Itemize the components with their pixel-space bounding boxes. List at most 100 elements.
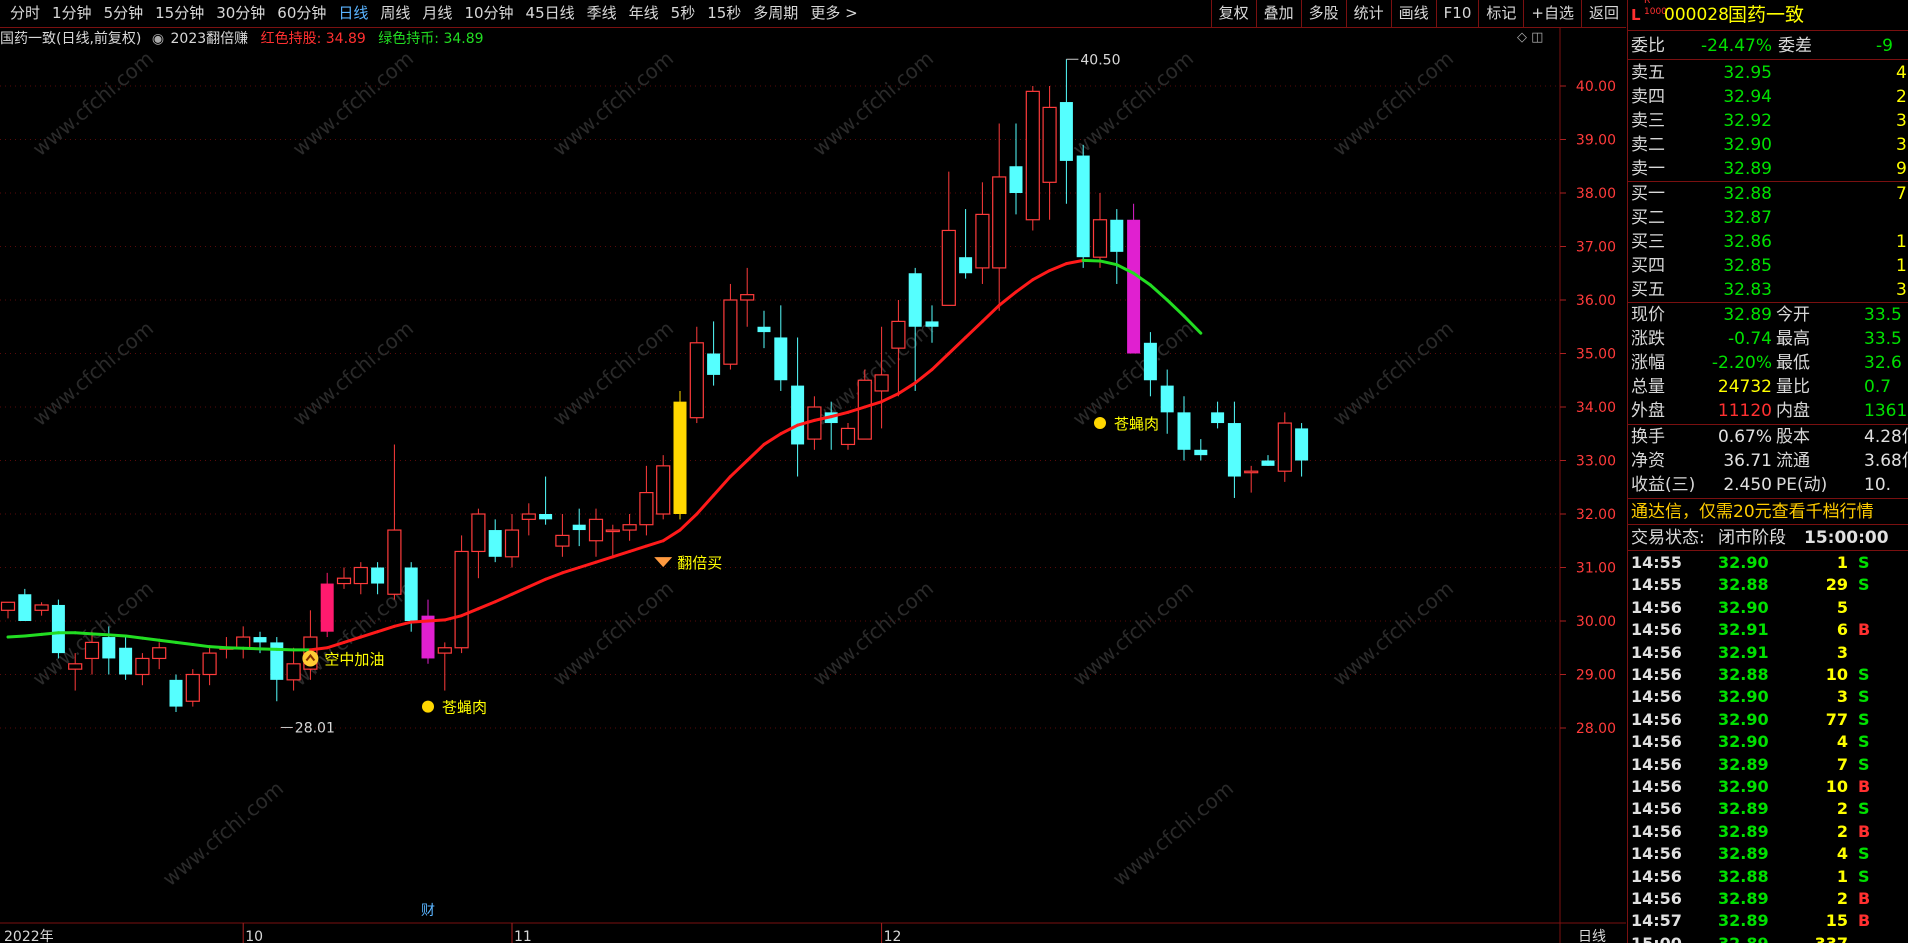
- fundamental-row: 换手 0.67%股本 4.28亿: [1628, 425, 1908, 449]
- ma-segment: [241, 646, 262, 651]
- stock-name: 国药一致: [1728, 4, 1805, 26]
- timeframe-tab-14[interactable]: 15秒: [701, 0, 747, 27]
- tool-button-6[interactable]: 标记: [1478, 0, 1523, 27]
- watermark-text: www.cfchi.com: [1068, 576, 1198, 691]
- tick-price: 32.89: [1718, 889, 1769, 908]
- timeframe-tab-9[interactable]: 10分钟: [458, 0, 519, 27]
- tick-time: 15:00: [1631, 933, 1682, 943]
- buy-price: 32.85: [1723, 256, 1772, 276]
- tick-price: 32.89: [1718, 821, 1769, 841]
- timeframe-tab-13[interactable]: 5秒: [665, 0, 702, 27]
- stat-label: 现价: [1631, 305, 1665, 325]
- candle-body: [68, 663, 83, 670]
- tool-button-0[interactable]: 复权: [1210, 0, 1256, 27]
- candle-body: [1042, 106, 1057, 183]
- quote-stat-row: 外盘 11120 内盘 1361: [1628, 399, 1908, 423]
- tool-button-4[interactable]: 画线: [1390, 0, 1436, 27]
- candle-body: [1127, 219, 1141, 354]
- timeframe-tab-8[interactable]: 月线: [416, 0, 458, 27]
- chart-tool-buttons: 复权 叠加 多股 统计 画线 F10 标记 +自选 返回: [1210, 0, 1626, 27]
- timeframe-tab-2[interactable]: 5分钟: [98, 0, 150, 27]
- candle-body: [1177, 412, 1191, 450]
- panel-divider: [1628, 498, 1908, 499]
- candle-body: [152, 647, 167, 660]
- timeframe-tab-15[interactable]: 多周期: [747, 0, 804, 27]
- signal-label: 空中加油: [324, 650, 384, 668]
- candle-body: [874, 374, 889, 392]
- stat-value: 1361: [1864, 401, 1908, 421]
- timeframe-tab-0[interactable]: 分时: [4, 0, 46, 27]
- tick-trade-row: 14:56 32.89 7 S: [1628, 754, 1908, 776]
- fundamental-label: 流通: [1776, 451, 1810, 471]
- timeframe-tab-12[interactable]: 年线: [623, 0, 665, 27]
- tick-price: 32.90: [1718, 709, 1769, 729]
- candle-body: [1025, 90, 1040, 221]
- candle-body: [34, 604, 49, 611]
- kline-chart[interactable]: 28.00 29.00 30.00 31.00 32.00 33.00 34.00 35.00…: [0, 27, 1626, 943]
- y-tick-label: 34.00: [1576, 400, 1616, 416]
- tick-price: 32.91: [1718, 642, 1769, 662]
- timeframe-tab-1[interactable]: 1分钟: [46, 0, 98, 27]
- timeframe-tab-7[interactable]: 周线: [374, 0, 416, 27]
- promo-banner[interactable]: 通达信，仅需20元查看千档行情: [1628, 500, 1908, 524]
- ma-segment: [896, 381, 917, 396]
- tool-button-2[interactable]: 多股: [1300, 0, 1346, 27]
- fundamental-value: 10.: [1864, 475, 1892, 495]
- fundamental-row: 收益(三) 2.450 PE(动) 10.: [1628, 473, 1908, 497]
- tool-button-1[interactable]: 叠加: [1255, 0, 1301, 27]
- tool-button-7[interactable]: +自选: [1523, 0, 1581, 27]
- tick-price: 32.89: [1718, 911, 1769, 931]
- tick-time: 14:56: [1631, 620, 1682, 640]
- sell-volume: 2: [1896, 87, 1907, 107]
- tick-trade-row: 14:56 32.91 6 B: [1628, 619, 1908, 641]
- x-tick-label: 2022年: [4, 929, 54, 943]
- buy-volume: 3: [1896, 280, 1907, 300]
- finance-marker[interactable]: 财: [421, 903, 435, 919]
- fundamental-value: 2.450: [1723, 475, 1772, 495]
- tick-side: S: [1858, 844, 1870, 864]
- candle-body: [555, 534, 570, 547]
- timeframe-tab-6[interactable]: 日线: [332, 0, 374, 27]
- ma-segment: [947, 335, 968, 355]
- candle-body: [1076, 155, 1090, 258]
- stat-value: -2.20%: [1711, 353, 1772, 373]
- timeframe-tab-10[interactable]: 45日线: [520, 0, 581, 27]
- timeframe-tab-4[interactable]: 30分钟: [210, 0, 271, 27]
- tool-button-5[interactable]: F10: [1435, 0, 1479, 27]
- buy-level-label: 买五: [1631, 280, 1665, 300]
- tick-time: 14:56: [1631, 866, 1682, 886]
- tick-time: 14:56: [1631, 844, 1682, 864]
- candle-body: [1277, 422, 1292, 472]
- sell-level-label: 卖二: [1631, 135, 1665, 155]
- y-tick-label: 38.00: [1576, 186, 1616, 202]
- y-tick-label: 37.00: [1576, 240, 1616, 256]
- order-ratio-value: -24.47%: [1701, 36, 1772, 56]
- stat-value: 32.89: [1723, 305, 1772, 325]
- tool-button-3[interactable]: 统计: [1345, 0, 1391, 27]
- sell-price: 32.89: [1723, 159, 1772, 179]
- buy-level-row: 买四 32.85 1: [1628, 254, 1908, 278]
- ma-segment: [6, 634, 27, 639]
- watermark-text: www.cfchi.com: [808, 576, 938, 691]
- fundamental-label: 换手: [1631, 427, 1665, 447]
- ma-segment: [880, 392, 900, 404]
- candle-body: [320, 583, 334, 632]
- candle-body: [925, 321, 939, 327]
- timeframe-tab-3[interactable]: 15分钟: [149, 0, 210, 27]
- candle-body: [605, 529, 620, 533]
- ma-segment: [577, 560, 598, 569]
- timeframe-tab-16[interactable]: 更多 >: [804, 0, 863, 27]
- ma-segment: [930, 352, 951, 372]
- watermark-text: www.cfchi.com: [28, 46, 158, 161]
- tick-price: 32.89: [1718, 933, 1769, 943]
- ma-segment: [762, 432, 783, 446]
- trade-status-label: 交易状态:: [1631, 528, 1705, 548]
- tool-button-8[interactable]: 返回: [1580, 0, 1626, 27]
- tick-time: 14:56: [1631, 597, 1682, 617]
- tick-time: 14:55: [1631, 575, 1682, 595]
- tick-side: S: [1858, 665, 1870, 684]
- timeframe-tab-5[interactable]: 60分钟: [271, 0, 332, 27]
- signal-label: 翻倍买: [677, 554, 722, 572]
- ma-segment: [745, 442, 766, 462]
- timeframe-tab-11[interactable]: 季线: [581, 0, 623, 27]
